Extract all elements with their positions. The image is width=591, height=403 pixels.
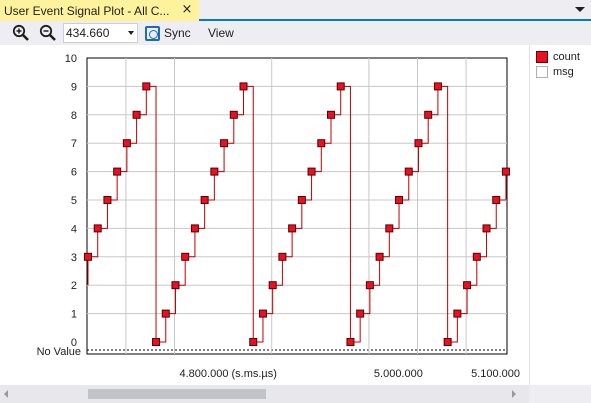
data-point-count <box>365 281 374 290</box>
data-point-count <box>288 224 297 233</box>
data-point-count <box>317 139 326 148</box>
data-point-count <box>84 252 92 261</box>
x-tick-label: 5.000.000 <box>374 368 423 380</box>
data-point-count <box>152 338 161 346</box>
legend-swatch-count <box>536 51 548 63</box>
data-point-count <box>113 167 122 176</box>
data-point-count <box>220 139 229 148</box>
data-point-count <box>307 167 316 176</box>
no-value-label: No Value <box>37 346 81 358</box>
signal-plot-chart[interactable]: 012345678910No Value4.800.000 (s.ms.µs) 5… <box>0 45 529 385</box>
zoom-level-value: 434.660 <box>66 26 110 40</box>
data-point-count <box>190 224 199 233</box>
y-tick-label: 8 <box>71 110 77 122</box>
plot-legend: count msg <box>529 45 591 385</box>
plot-toolbar: 434.660 Sync View <box>0 21 591 45</box>
data-point-count <box>501 167 510 176</box>
data-point-count <box>424 110 433 119</box>
y-tick-label: 9 <box>71 81 77 93</box>
data-point-count <box>210 167 219 176</box>
legend-swatch-msg <box>536 66 548 78</box>
data-point-count <box>181 252 190 261</box>
chevron-down-icon[interactable] <box>128 31 134 35</box>
data-point-count <box>229 110 238 119</box>
zoom-level-combobox[interactable]: 434.660 <box>63 23 138 43</box>
data-point-count <box>453 309 462 318</box>
data-point-count <box>278 252 287 261</box>
x-tick-label: 5.100.000 <box>471 368 520 380</box>
data-point-count <box>239 82 248 91</box>
data-point-count <box>482 224 491 233</box>
data-point-count <box>375 252 384 261</box>
data-point-count <box>142 82 151 91</box>
y-tick-label: 2 <box>71 280 77 292</box>
data-point-count <box>336 82 345 91</box>
data-point-count <box>258 309 267 318</box>
y-tick-label: 5 <box>71 195 77 207</box>
data-point-count <box>161 309 170 318</box>
legend-item-msg[interactable]: msg <box>536 66 574 78</box>
legend-label-msg: msg <box>553 66 574 78</box>
sync-icon <box>145 25 160 41</box>
scroll-corner <box>529 385 591 403</box>
scroll-right-arrow-icon[interactable] <box>512 390 516 398</box>
data-point-count <box>433 82 442 91</box>
document-tab-strip: User Event Signal Plot - All C... × <box>0 0 591 21</box>
horizontal-scrollbar[interactable] <box>0 385 591 403</box>
zoom-in-icon <box>12 24 29 41</box>
data-point-count <box>356 309 365 318</box>
data-point-count <box>385 224 394 233</box>
zoom-in-button[interactable] <box>12 24 30 42</box>
y-tick-label: 6 <box>71 167 77 179</box>
tab-user-event-signal-plot[interactable]: User Event Signal Plot - All C... × <box>0 0 199 21</box>
tab-overflow-dropdown-icon[interactable] <box>575 7 585 12</box>
data-point-count <box>103 196 112 204</box>
zoom-out-button[interactable] <box>39 24 57 42</box>
data-point-count <box>327 110 335 119</box>
data-point-count <box>171 281 180 290</box>
sync-label: Sync <box>164 26 191 40</box>
data-point-count <box>93 224 102 233</box>
data-point-count <box>404 167 413 176</box>
data-point-count <box>249 338 258 346</box>
tab-title: User Event Signal Plot - All C... <box>4 3 170 18</box>
close-icon[interactable]: × <box>179 2 195 18</box>
data-point-count <box>463 281 472 290</box>
data-point-count <box>200 196 209 204</box>
y-tick-label: 3 <box>71 252 77 264</box>
sync-button[interactable]: Sync <box>145 24 191 42</box>
data-point-count <box>492 196 501 204</box>
y-tick-label: 7 <box>71 138 77 150</box>
scroll-left-arrow-icon[interactable] <box>4 390 8 398</box>
legend-label-count: count <box>553 51 580 63</box>
signal-plot-area[interactable]: 0 1 2 3 4 5 6 7 8 9 10 No Value 4.800.000 (s.ms.µs) 5… <box>0 45 529 385</box>
data-point-count <box>297 196 306 204</box>
data-point-count <box>122 139 131 148</box>
data-point-count <box>414 139 423 148</box>
y-tick-label: 4 <box>71 223 77 235</box>
data-point-count <box>443 338 452 346</box>
view-menu[interactable]: View <box>208 24 234 42</box>
y-tick-label: 10 <box>65 53 77 65</box>
x-tick-label: 4.800.000 (s.ms.µs) <box>180 368 277 380</box>
zoom-out-icon <box>39 24 56 41</box>
data-point-count <box>472 252 481 261</box>
data-point-count <box>346 338 355 346</box>
y-tick-label: 1 <box>71 309 77 321</box>
scrollbar-thumb[interactable] <box>88 389 266 399</box>
data-point-count <box>132 110 141 119</box>
plot-frame <box>86 57 508 355</box>
view-menu-label: View <box>208 26 234 40</box>
data-point-count <box>395 196 404 204</box>
data-point-count <box>268 281 277 290</box>
legend-item-count[interactable]: count <box>536 51 580 63</box>
